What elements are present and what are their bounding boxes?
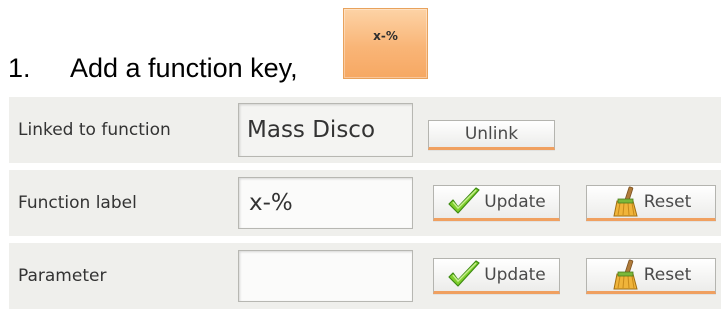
unlink-button-label: Unlink	[464, 124, 519, 144]
reset-button-label: Reset	[643, 265, 692, 285]
function-label-update-button[interactable]: Update	[433, 185, 560, 221]
function-label-label: Function label	[18, 193, 137, 213]
parameter-label: Parameter	[18, 266, 107, 286]
parameter-row: Parameter Update Reset	[9, 243, 721, 309]
update-button-label: Update	[484, 192, 546, 212]
linked-function-row: Linked to function Mass Disco Unlink	[9, 97, 721, 163]
function-label-reset-button[interactable]: Reset	[586, 185, 716, 221]
broom-icon	[611, 186, 641, 218]
check-icon	[447, 187, 481, 217]
reset-button-label: Reset	[643, 192, 692, 212]
step-number: 1.	[8, 53, 31, 83]
linked-function-value: Mass Disco	[238, 103, 413, 157]
function-key-button[interactable]: x-%	[343, 8, 428, 79]
broom-icon	[611, 259, 641, 291]
update-button-label: Update	[484, 265, 546, 285]
function-label-row: Function label x-% Update Reset	[9, 170, 721, 236]
function-label-input[interactable]: x-%	[238, 177, 413, 229]
function-key-label: x-%	[373, 28, 398, 43]
function-key-settings-panel: Linked to function Mass Disco Unlink Fun…	[9, 97, 721, 310]
step-text: Add a function key,	[70, 53, 298, 83]
parameter-input[interactable]	[238, 250, 413, 302]
instruction-step: 1. Add a function key,	[8, 48, 298, 88]
unlink-button[interactable]: Unlink	[428, 120, 555, 150]
parameter-update-button[interactable]: Update	[433, 258, 560, 294]
check-icon	[447, 260, 481, 290]
parameter-reset-button[interactable]: Reset	[586, 258, 716, 294]
linked-function-label: Linked to function	[18, 120, 171, 140]
